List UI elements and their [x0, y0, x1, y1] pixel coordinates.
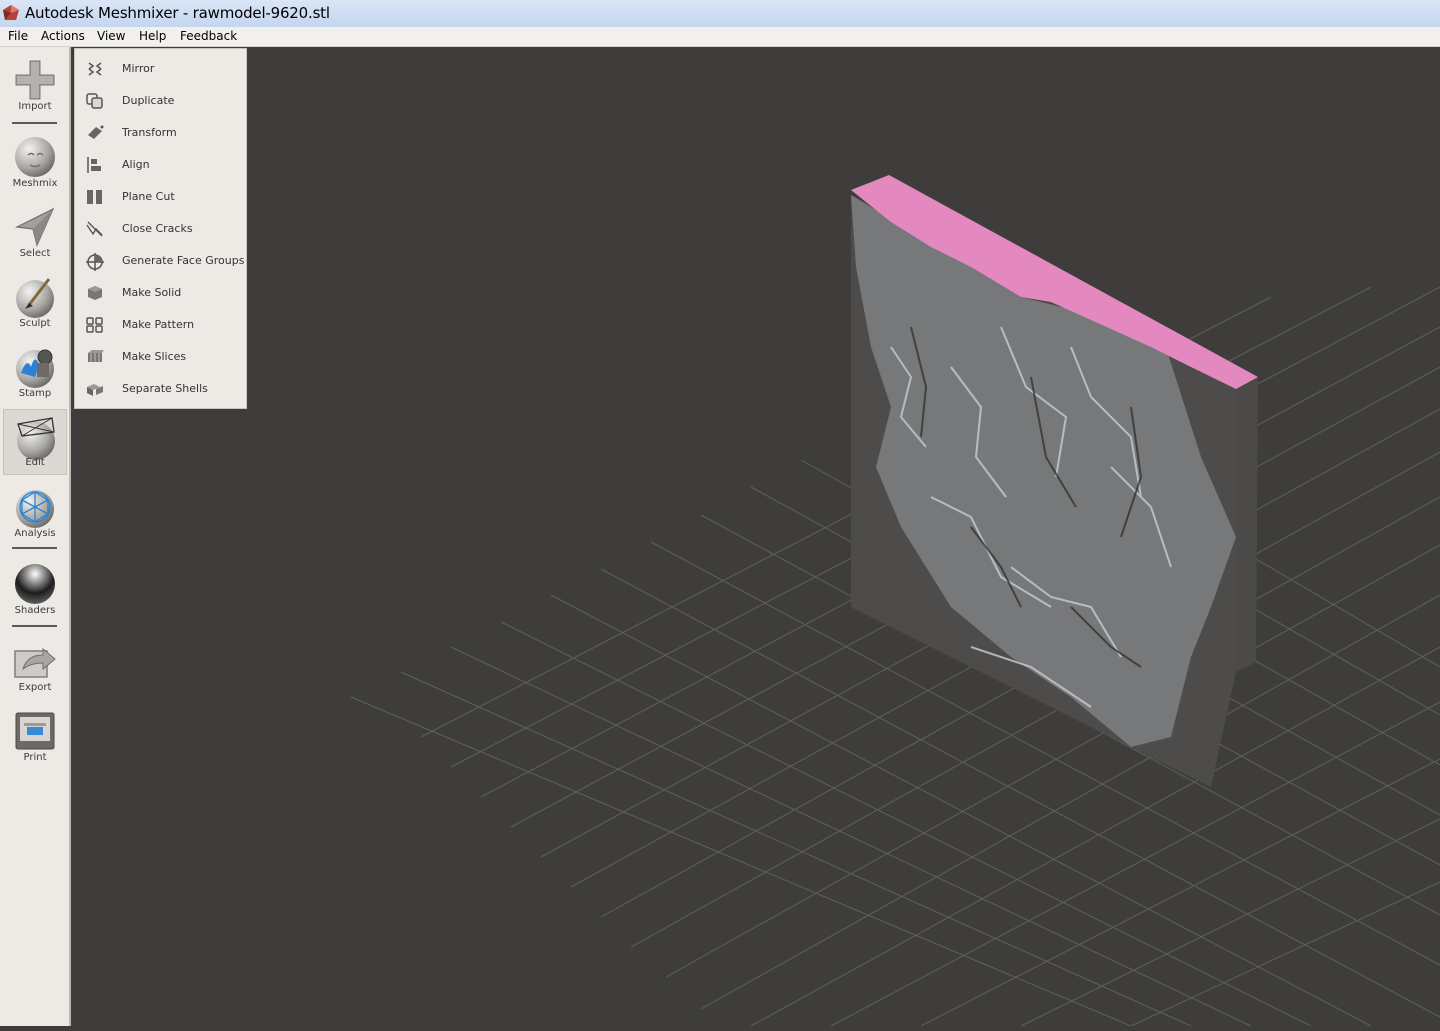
- shaders-label: Shaders: [14, 605, 56, 616]
- make-solid-icon: [88, 286, 102, 300]
- edit-sphere-icon: [17, 417, 55, 460]
- close-cracks-menu-item[interactable]: Close Cracks: [75, 213, 246, 245]
- menu-bar: File Actions View Help Feedback: [0, 27, 1440, 47]
- select-label: Select: [19, 248, 51, 259]
- print-button[interactable]: Print: [3, 703, 67, 769]
- plus-icon: [15, 60, 55, 100]
- menu-actions[interactable]: Actions: [38, 28, 88, 44]
- generate-face-groups-menu-item[interactable]: Generate Face Groups: [75, 245, 246, 277]
- toolbar-divider: [12, 547, 57, 549]
- close-cracks-label: Close Cracks: [122, 222, 193, 235]
- toolbar-divider: [12, 122, 57, 124]
- mirror-label: Mirror: [122, 62, 155, 75]
- plane-cut-label: Plane Cut: [122, 190, 175, 203]
- stamp-sphere-icon: [16, 349, 54, 388]
- meshmix-label: Meshmix: [12, 178, 58, 189]
- sculpt-button[interactable]: Sculpt: [3, 269, 67, 335]
- stamp-label: Stamp: [18, 388, 52, 399]
- transform-icon: [88, 125, 104, 139]
- generate-face-groups-label: Generate Face Groups: [122, 254, 245, 267]
- separate-shells-label: Separate Shells: [122, 382, 208, 395]
- import-button[interactable]: Import: [3, 52, 67, 118]
- make-slices-label: Make Slices: [122, 350, 187, 363]
- 3d-viewport[interactable]: [71, 47, 1440, 1027]
- duplicate-label: Duplicate: [122, 94, 175, 107]
- shader-sphere-icon: [15, 564, 55, 604]
- edit-button[interactable]: Edit: [3, 409, 67, 475]
- title-bar: Autodesk Meshmixer - rawmodel-9620.stl: [0, 0, 1440, 28]
- separate-shells-icon: [87, 384, 103, 396]
- menu-help[interactable]: Help: [136, 28, 169, 44]
- cursor-arrow-icon: [14, 207, 55, 247]
- plane-cut-menu-item[interactable]: Plane Cut: [75, 181, 246, 213]
- meshmix-button[interactable]: Meshmix: [3, 129, 67, 195]
- align-label: Align: [122, 158, 150, 171]
- make-pattern-menu-item[interactable]: Make Pattern: [75, 309, 246, 341]
- brush-sphere-icon: [16, 278, 54, 318]
- make-solid-menu-item[interactable]: Make Solid: [75, 277, 246, 309]
- pattern-icon: [86, 317, 103, 333]
- mesh-sphere-icon: [16, 490, 54, 528]
- slices-icon: [88, 350, 104, 362]
- duplicate-icon: [86, 93, 103, 109]
- make-pattern-label: Make Pattern: [122, 318, 195, 331]
- select-button[interactable]: Select: [3, 199, 67, 265]
- printer-icon: [15, 712, 55, 750]
- shaders-button[interactable]: Shaders: [3, 556, 67, 622]
- make-slices-menu-item[interactable]: Make Slices: [75, 341, 246, 373]
- align-menu-item[interactable]: Align: [75, 149, 246, 181]
- sculpt-label: Sculpt: [19, 318, 51, 329]
- export-button[interactable]: Export: [3, 633, 67, 699]
- edit-tool-menu: Mirror Duplicate Transform Align Plane C…: [75, 49, 246, 408]
- close-cracks-icon: [86, 221, 103, 237]
- meshmixer-logo-icon: [3, 5, 19, 20]
- duplicate-menu-item[interactable]: Duplicate: [75, 85, 246, 117]
- analysis-label: Analysis: [14, 528, 56, 539]
- viewport-scene[interactable]: [71, 47, 1440, 1027]
- align-icon: [87, 157, 101, 173]
- export-icon: [14, 647, 56, 678]
- separate-shells-menu-item[interactable]: Separate Shells: [75, 373, 246, 405]
- mirror-icon: [88, 62, 102, 76]
- toolbar-divider: [12, 625, 57, 627]
- left-toolbar: Import Meshmix Select Sculpt Stamp Edit …: [0, 47, 71, 1026]
- menu-view[interactable]: View: [94, 28, 128, 44]
- window-title: Autodesk Meshmixer - rawmodel-9620.stl: [25, 4, 330, 22]
- bunny-sphere-icon: [15, 137, 55, 177]
- print-label: Print: [23, 752, 47, 763]
- edit-label: Edit: [25, 457, 45, 468]
- analysis-button[interactable]: Analysis: [3, 479, 67, 545]
- menu-file[interactable]: File: [5, 28, 31, 44]
- face-groups-icon: [86, 253, 104, 271]
- import-label: Import: [18, 101, 52, 112]
- export-label: Export: [18, 682, 52, 693]
- transform-menu-item[interactable]: Transform: [75, 117, 246, 149]
- stamp-button[interactable]: Stamp: [3, 339, 67, 405]
- mirror-menu-item[interactable]: Mirror: [75, 53, 246, 85]
- make-solid-label: Make Solid: [122, 286, 182, 299]
- menu-feedback[interactable]: Feedback: [177, 28, 240, 44]
- transform-label: Transform: [122, 126, 177, 139]
- plane-cut-icon: [87, 190, 102, 204]
